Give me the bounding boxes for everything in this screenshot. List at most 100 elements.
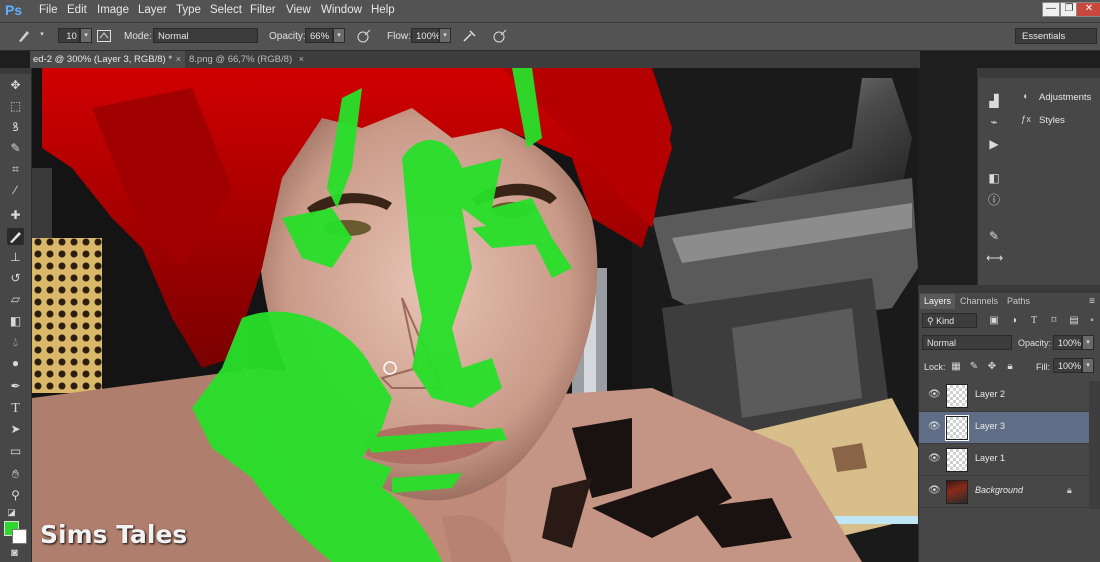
menu-image[interactable]: Image: [97, 4, 129, 16]
layer-row-selected[interactable]: 👁︎ Layer 3: [919, 412, 1089, 444]
brush-presets-icon[interactable]: ✎: [986, 228, 1002, 244]
menu-window[interactable]: Window: [321, 4, 362, 16]
layer-thumbnail: [945, 415, 969, 441]
brush-preset-icon[interactable]: [16, 28, 32, 44]
layers-panel-collapse-bar[interactable]: [918, 285, 1100, 293]
crop-tool-icon[interactable]: ⌗: [7, 161, 24, 178]
minimize-button[interactable]: —: [1042, 2, 1060, 17]
dock-collapse-bar[interactable]: [977, 68, 1009, 78]
adjustments-panel-button[interactable]: ◐ Adjustments: [1019, 88, 1091, 108]
options-bar: ▾ 10 ▾ Mode: Normal Opacity: 66% ▾ Flow:…: [0, 23, 1100, 51]
layer-row[interactable]: 👁︎ Layer 1: [919, 444, 1089, 476]
actions-play-icon[interactable]: ▶: [986, 136, 1002, 152]
visibility-eye-icon[interactable]: 👁︎: [928, 453, 941, 465]
menu-view[interactable]: View: [286, 4, 311, 16]
brush-preset-dropdown[interactable]: ▾: [36, 28, 48, 43]
layer-comps-icon[interactable]: ◧: [986, 170, 1002, 186]
layer-thumbnail: [946, 448, 968, 472]
filter-smart-object-icon[interactable]: ▤: [1068, 315, 1080, 327]
close-window-button[interactable]: ✕: [1076, 2, 1100, 17]
flow-dropdown[interactable]: ▾: [439, 28, 451, 43]
hand-tool-icon[interactable]: ✋︎: [7, 466, 24, 483]
eyedropper-tool-icon[interactable]: ⁄: [7, 182, 24, 199]
layers-scrollbar[interactable]: [1089, 381, 1100, 509]
filter-shape-icon[interactable]: ⌑: [1048, 315, 1060, 327]
history-panel-icon[interactable]: ⌁: [986, 114, 1002, 130]
menu-filter[interactable]: Filter: [250, 4, 276, 16]
layer-row[interactable]: 👁︎ Layer 2: [919, 380, 1089, 412]
menu-edit[interactable]: Edit: [67, 4, 87, 16]
blur-tool-icon[interactable]: 💧︎: [7, 334, 24, 351]
filter-type-icon[interactable]: T: [1028, 315, 1040, 327]
filter-pixel-icon[interactable]: ▣: [988, 315, 1000, 327]
history-brush-tool-icon[interactable]: ↺: [7, 270, 24, 287]
quick-mask-icon[interactable]: ◙: [6, 545, 23, 562]
flow-input[interactable]: 100%: [411, 28, 440, 43]
default-colors-icon[interactable]: ◪: [3, 504, 20, 521]
airbrush-icon[interactable]: [462, 28, 478, 44]
brush-panel-toggle-icon[interactable]: [96, 28, 112, 44]
menu-file[interactable]: File: [39, 4, 58, 16]
panel-menu-icon[interactable]: ≡: [1086, 296, 1098, 308]
fill-dropdown[interactable]: ▾: [1082, 358, 1094, 373]
visibility-eye-icon[interactable]: 👁︎: [928, 421, 941, 433]
brush-tool-icon[interactable]: [7, 228, 24, 245]
tool-presets-icon[interactable]: ⟷: [986, 250, 1003, 266]
lasso-tool-icon[interactable]: ꝸ: [7, 119, 24, 136]
info-icon[interactable]: ⓘ: [986, 192, 1002, 208]
pressure-size-icon[interactable]: [492, 28, 508, 44]
rectangle-tool-icon[interactable]: ▭: [7, 443, 24, 460]
menu-layer[interactable]: Layer: [138, 4, 167, 16]
styles-panel-button[interactable]: ƒx Styles: [1019, 111, 1065, 131]
tab-paths[interactable]: Paths: [1003, 294, 1034, 309]
collapsed-panel-dock: ▟ ⌁ ▶ ◧ ⓘ ✎ ⟷: [977, 78, 1010, 286]
histogram-icon[interactable]: ▟: [986, 93, 1002, 109]
lock-transparent-icon[interactable]: ▦: [950, 361, 962, 373]
side-panel-collapse-bar[interactable]: [1009, 68, 1100, 78]
lock-image-icon[interactable]: ✎: [968, 361, 980, 373]
dodge-tool-icon[interactable]: ●: [7, 355, 24, 372]
opacity-input[interactable]: 66%: [305, 28, 333, 43]
lock-position-icon[interactable]: ✥: [986, 361, 998, 373]
clone-stamp-tool-icon[interactable]: ⊥: [7, 249, 24, 266]
filter-adjustment-icon[interactable]: ◑: [1008, 315, 1020, 327]
tab-close-icon[interactable]: ×: [299, 51, 304, 68]
toolbox-grip[interactable]: [0, 68, 31, 74]
filter-toggle-icon[interactable]: ▪: [1086, 315, 1098, 327]
gradient-tool-icon[interactable]: ◧: [7, 313, 24, 330]
marquee-tool-icon[interactable]: ⬚: [7, 98, 24, 115]
brush-size-picker[interactable]: 10: [58, 28, 80, 43]
fill-input[interactable]: 100%: [1053, 358, 1082, 373]
workspace-select[interactable]: Essentials: [1015, 28, 1097, 44]
tab-layers[interactable]: Layers: [920, 294, 956, 309]
type-tool-icon[interactable]: T: [7, 400, 24, 417]
move-tool-icon[interactable]: ✥: [7, 77, 24, 94]
background-color-swatch[interactable]: [12, 529, 27, 544]
pressure-opacity-icon[interactable]: [356, 28, 372, 44]
path-selection-tool-icon[interactable]: ➤: [7, 421, 24, 438]
menu-type[interactable]: Type: [176, 4, 201, 16]
tab-close-icon[interactable]: ×: [176, 51, 181, 68]
blend-mode-select[interactable]: Normal: [922, 335, 1012, 350]
mode-select[interactable]: Normal: [153, 28, 258, 43]
layer-row[interactable]: 👁︎ Background 🔒︎: [919, 476, 1089, 508]
opacity-dropdown[interactable]: ▾: [333, 28, 345, 43]
tab-document-2[interactable]: 8.png @ 66,7% (RGB/8) ×: [186, 51, 308, 68]
quick-selection-tool-icon[interactable]: ✎: [7, 140, 24, 157]
document-canvas[interactable]: Sims Tales: [32, 68, 918, 562]
lock-all-icon[interactable]: 🔒︎: [1004, 361, 1016, 373]
eraser-tool-icon[interactable]: ▱: [7, 291, 24, 308]
menu-select[interactable]: Select: [210, 4, 242, 16]
layer-filter-kind-select[interactable]: ⚲ Kind: [922, 313, 977, 328]
tab-document-1[interactable]: ed-2 @ 300% (Layer 3, RGB/8) * ×: [30, 51, 185, 68]
tab-channels[interactable]: Channels: [956, 294, 1002, 309]
pen-tool-icon[interactable]: ✒︎: [7, 378, 24, 395]
brush-size-dropdown[interactable]: ▾: [80, 28, 92, 43]
zoom-tool-icon[interactable]: ⚲: [7, 487, 24, 504]
layer-opacity-input[interactable]: 100%: [1053, 335, 1082, 350]
layer-opacity-dropdown[interactable]: ▾: [1082, 335, 1094, 350]
visibility-eye-icon[interactable]: 👁︎: [928, 485, 941, 497]
healing-brush-tool-icon[interactable]: ✚: [7, 207, 24, 224]
visibility-eye-icon[interactable]: 👁︎: [928, 389, 941, 401]
menu-help[interactable]: Help: [371, 4, 395, 16]
